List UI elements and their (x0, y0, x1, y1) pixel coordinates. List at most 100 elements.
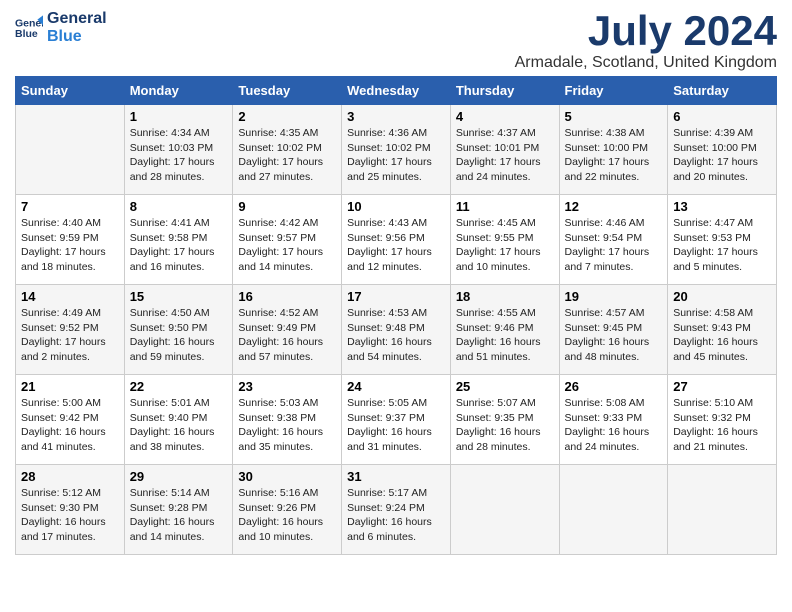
day-number: 22 (130, 379, 228, 394)
calendar-cell: 21Sunrise: 5:00 AM Sunset: 9:42 PM Dayli… (16, 375, 125, 465)
day-info: Sunrise: 5:10 AM Sunset: 9:32 PM Dayligh… (673, 396, 771, 455)
calendar-cell: 28 Sunrise: 5:12 AM Sunset: 9:30 PM Dayli… (16, 465, 125, 555)
day-info: Sunrise: 5:16 AM Sunset: 9:26 PM Dayligh… (238, 486, 336, 545)
day-number: 6 (673, 109, 771, 124)
day-number: 18 (456, 289, 554, 304)
day-number: 7 (21, 199, 119, 214)
calendar-cell: 6 Sunrise: 4:39 AM Sunset: 10:00 PM Dayli… (668, 105, 777, 195)
calendar-cell: 8Sunrise: 4:41 AM Sunset: 9:58 PM Daylig… (124, 195, 233, 285)
calendar-cell (668, 465, 777, 555)
day-info: Sunrise: 4:49 AM Sunset: 9:52 PM Dayligh… (21, 306, 119, 365)
calendar-cell: 27 Sunrise: 5:10 AM Sunset: 9:32 PM Dayli… (668, 375, 777, 465)
calendar-cell: 1 Sunrise: 4:34 AM Sunset: 10:03 PM Dayli… (124, 105, 233, 195)
title-block: July 2024 Armadale, Scotland, United Kin… (515, 10, 777, 72)
calendar-cell: 10Sunrise: 4:43 AM Sunset: 9:56 PM Dayli… (342, 195, 451, 285)
day-info: Sunrise: 4:55 AM Sunset: 9:46 PM Dayligh… (456, 306, 554, 365)
day-info: Sunrise: 4:34 AM Sunset: 10:03 PM Daylig… (130, 126, 228, 185)
day-number: 9 (238, 199, 336, 214)
calendar-week-row: 1 Sunrise: 4:34 AM Sunset: 10:03 PM Dayli… (16, 105, 777, 195)
day-info: Sunrise: 4:50 AM Sunset: 9:50 PM Dayligh… (130, 306, 228, 365)
day-info: Sunrise: 4:52 AM Sunset: 9:49 PM Dayligh… (238, 306, 336, 365)
day-info: Sunrise: 5:01 AM Sunset: 9:40 PM Dayligh… (130, 396, 228, 455)
calendar-week-row: 28 Sunrise: 5:12 AM Sunset: 9:30 PM Dayli… (16, 465, 777, 555)
day-info: Sunrise: 4:39 AM Sunset: 10:00 PM Daylig… (673, 126, 771, 185)
day-number: 3 (347, 109, 445, 124)
svg-text:Blue: Blue (15, 28, 38, 40)
day-info: Sunrise: 4:42 AM Sunset: 9:57 PM Dayligh… (238, 216, 336, 275)
calendar-cell: 17Sunrise: 4:53 AM Sunset: 9:48 PM Dayli… (342, 285, 451, 375)
calendar-week-row: 21Sunrise: 5:00 AM Sunset: 9:42 PM Dayli… (16, 375, 777, 465)
calendar-cell: 15 Sunrise: 4:50 AM Sunset: 9:50 PM Dayli… (124, 285, 233, 375)
day-number: 31 (347, 469, 445, 484)
day-info: Sunrise: 5:14 AM Sunset: 9:28 PM Dayligh… (130, 486, 228, 545)
logo-text-line1: General (47, 10, 107, 28)
month-title: July 2024 (515, 10, 777, 52)
calendar-week-row: 14Sunrise: 4:49 AM Sunset: 9:52 PM Dayli… (16, 285, 777, 375)
day-info: Sunrise: 5:00 AM Sunset: 9:42 PM Dayligh… (21, 396, 119, 455)
day-number: 20 (673, 289, 771, 304)
day-info: Sunrise: 5:12 AM Sunset: 9:30 PM Dayligh… (21, 486, 119, 545)
page-header: General Blue General Blue July 2024 Arma… (15, 10, 777, 72)
day-info: Sunrise: 5:08 AM Sunset: 9:33 PM Dayligh… (565, 396, 663, 455)
calendar-cell (16, 105, 125, 195)
day-info: Sunrise: 4:57 AM Sunset: 9:45 PM Dayligh… (565, 306, 663, 365)
day-info: Sunrise: 5:17 AM Sunset: 9:24 PM Dayligh… (347, 486, 445, 545)
calendar-cell: 4 Sunrise: 4:37 AM Sunset: 10:01 PM Dayli… (450, 105, 559, 195)
weekday-header: Wednesday (342, 77, 451, 105)
day-info: Sunrise: 4:38 AM Sunset: 10:00 PM Daylig… (565, 126, 663, 185)
day-info: Sunrise: 5:07 AM Sunset: 9:35 PM Dayligh… (456, 396, 554, 455)
day-info: Sunrise: 5:03 AM Sunset: 9:38 PM Dayligh… (238, 396, 336, 455)
weekday-header: Friday (559, 77, 668, 105)
day-number: 30 (238, 469, 336, 484)
calendar-header: SundayMondayTuesdayWednesdayThursdayFrid… (16, 77, 777, 105)
calendar-table: SundayMondayTuesdayWednesdayThursdayFrid… (15, 76, 777, 555)
calendar-cell: 20 Sunrise: 4:58 AM Sunset: 9:43 PM Dayli… (668, 285, 777, 375)
calendar-cell: 7 Sunrise: 4:40 AM Sunset: 9:59 PM Daylig… (16, 195, 125, 285)
day-number: 4 (456, 109, 554, 124)
day-info: Sunrise: 4:58 AM Sunset: 9:43 PM Dayligh… (673, 306, 771, 365)
day-info: Sunrise: 4:35 AM Sunset: 10:02 PM Daylig… (238, 126, 336, 185)
logo: General Blue General Blue (15, 10, 107, 45)
calendar-cell: 16 Sunrise: 4:52 AM Sunset: 9:49 PM Dayli… (233, 285, 342, 375)
day-info: Sunrise: 4:46 AM Sunset: 9:54 PM Dayligh… (565, 216, 663, 275)
day-info: Sunrise: 4:45 AM Sunset: 9:55 PM Dayligh… (456, 216, 554, 275)
calendar-cell: 24 Sunrise: 5:05 AM Sunset: 9:37 PM Dayli… (342, 375, 451, 465)
logo-icon: General Blue (15, 14, 43, 42)
day-number: 29 (130, 469, 228, 484)
calendar-cell: 31 Sunrise: 5:17 AM Sunset: 9:24 PM Dayli… (342, 465, 451, 555)
day-number: 19 (565, 289, 663, 304)
calendar-cell (450, 465, 559, 555)
day-info: Sunrise: 4:40 AM Sunset: 9:59 PM Dayligh… (21, 216, 119, 275)
day-number: 13 (673, 199, 771, 214)
day-info: Sunrise: 4:37 AM Sunset: 10:01 PM Daylig… (456, 126, 554, 185)
day-info: Sunrise: 5:05 AM Sunset: 9:37 PM Dayligh… (347, 396, 445, 455)
weekday-header: Saturday (668, 77, 777, 105)
calendar-cell: 14Sunrise: 4:49 AM Sunset: 9:52 PM Dayli… (16, 285, 125, 375)
calendar-cell: 25Sunrise: 5:07 AM Sunset: 9:35 PM Dayli… (450, 375, 559, 465)
day-number: 24 (347, 379, 445, 394)
day-info: Sunrise: 4:47 AM Sunset: 9:53 PM Dayligh… (673, 216, 771, 275)
calendar-cell: 9 Sunrise: 4:42 AM Sunset: 9:57 PM Daylig… (233, 195, 342, 285)
day-info: Sunrise: 4:36 AM Sunset: 10:02 PM Daylig… (347, 126, 445, 185)
day-number: 28 (21, 469, 119, 484)
weekday-header: Sunday (16, 77, 125, 105)
day-number: 17 (347, 289, 445, 304)
weekday-header: Tuesday (233, 77, 342, 105)
day-number: 27 (673, 379, 771, 394)
day-number: 1 (130, 109, 228, 124)
calendar-cell: 23Sunrise: 5:03 AM Sunset: 9:38 PM Dayli… (233, 375, 342, 465)
calendar-cell (559, 465, 668, 555)
day-number: 2 (238, 109, 336, 124)
calendar-week-row: 7 Sunrise: 4:40 AM Sunset: 9:59 PM Daylig… (16, 195, 777, 285)
calendar-cell: 11Sunrise: 4:45 AM Sunset: 9:55 PM Dayli… (450, 195, 559, 285)
calendar-cell: 18 Sunrise: 4:55 AM Sunset: 9:46 PM Dayli… (450, 285, 559, 375)
calendar-cell: 12Sunrise: 4:46 AM Sunset: 9:54 PM Dayli… (559, 195, 668, 285)
calendar-cell: 22 Sunrise: 5:01 AM Sunset: 9:40 PM Dayli… (124, 375, 233, 465)
day-number: 8 (130, 199, 228, 214)
weekday-header: Thursday (450, 77, 559, 105)
day-number: 16 (238, 289, 336, 304)
location-title: Armadale, Scotland, United Kingdom (515, 54, 777, 72)
calendar-cell: 26Sunrise: 5:08 AM Sunset: 9:33 PM Dayli… (559, 375, 668, 465)
weekday-header: Monday (124, 77, 233, 105)
day-number: 15 (130, 289, 228, 304)
